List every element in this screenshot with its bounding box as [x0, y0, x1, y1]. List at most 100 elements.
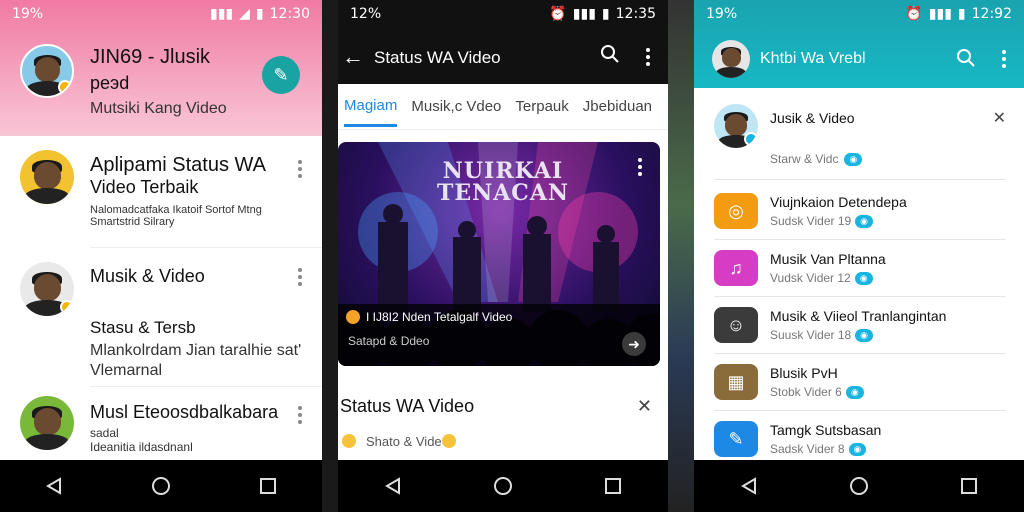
screen-right: 19% ⏰ ▮▮▮ ▮ 12:92 Khtbi Wa Vrebl Jusik &… — [694, 0, 1024, 512]
app-list-item[interactable]: ☺ Musik & Viieol Tranlangintan Suusk Vider… — [714, 297, 1006, 354]
app-list-sub: Vudsk Vider 12 ◉ — [770, 271, 886, 285]
more-vert-icon[interactable] — [638, 158, 642, 176]
signal-icon: ▮▮▮ — [572, 6, 596, 22]
clock: 12:30 — [269, 6, 310, 22]
app-list-sub-text: Sudsk Vider 19 — [770, 214, 852, 228]
nav-bar — [338, 460, 668, 512]
battery-icon: ▮ — [601, 6, 610, 22]
pill-icon: ◉ — [844, 152, 863, 166]
tab-terpauk[interactable]: Terpauk — [515, 88, 568, 125]
avatar-app-icon: ☺ — [714, 307, 758, 343]
item-title: Aplipami Status WA — [90, 154, 266, 176]
home-nav-icon[interactable] — [848, 475, 870, 497]
more-vert-icon[interactable] — [298, 160, 302, 178]
toolbar-avatar[interactable] — [712, 40, 750, 78]
detail-title: Stasu & Tersb — [90, 318, 196, 337]
item-sub: Nalomadcatfaka Ikatoif Sortof Mtng — [90, 204, 262, 216]
clock: 12:35 — [615, 6, 656, 22]
home-nav-icon[interactable] — [492, 475, 514, 497]
music-app-icon: ♫ — [714, 250, 758, 286]
top-item[interactable]: Jusik & Video ✕ Starw & Vidc ◉ — [714, 100, 1006, 180]
more-vert-icon[interactable] — [646, 48, 650, 66]
divider — [668, 0, 694, 512]
pill-icon: ◉ — [848, 442, 867, 456]
avatar — [714, 104, 758, 148]
profile-line2: реэd — [90, 73, 130, 93]
profile-avatar[interactable] — [20, 44, 74, 98]
signal-icon: ▮▮▮ — [928, 6, 952, 22]
more-vert-icon[interactable] — [298, 406, 302, 424]
card-caption: I IJ8I2 Nden Tetalgalf Video — [366, 310, 513, 324]
top-item-sub: Starw & Vidc ◉ — [770, 152, 863, 166]
app-list-sub: Sudsk Vider 19 ◉ — [770, 214, 907, 228]
tab-musik-video[interactable]: Musik,c Vdeo — [411, 88, 501, 125]
emoji-icon — [342, 434, 356, 448]
cd-icon: ◎ — [714, 193, 758, 229]
item-title[interactable]: Musik & Video — [90, 266, 205, 287]
video-card[interactable]: NUIRKAI TENACAN I IJ8I2 Nden Tetalgalf V… — [338, 142, 660, 366]
section-title: Status WA Video — [340, 396, 475, 416]
app-list-item[interactable]: ◎ Viujnkaion Detendepa Sudsk Vider 19 ◉ — [714, 183, 1006, 240]
poster-title: NUIRKAI TENACAN — [436, 158, 569, 206]
close-icon[interactable]: ✕ — [993, 108, 1006, 128]
back-nav-icon[interactable] — [43, 475, 65, 497]
clock: 12:92 — [971, 6, 1012, 22]
nav-bar — [0, 460, 322, 512]
forward-icon[interactable]: ➜ — [622, 332, 646, 356]
detail-sub: Mlankolrdam Jian taralhie sat' — [90, 342, 302, 359]
more-vert-icon[interactable] — [1002, 50, 1006, 68]
pill-icon: ◉ — [845, 385, 864, 399]
photos-app-icon: ▦ — [714, 364, 758, 400]
profile-title: JIN69 - Jlusik — [90, 46, 211, 68]
app-list-sub: Stobk Vider 6 ◉ — [770, 385, 864, 399]
recents-nav-icon[interactable] — [602, 475, 624, 497]
battery-percent: 12% — [350, 6, 382, 22]
tab-magiam[interactable]: Magiam — [344, 87, 398, 127]
app-list-item[interactable]: ▦ Blusik PvH Stobk Vider 6 ◉ — [714, 354, 1006, 411]
home-nav-icon[interactable] — [150, 475, 172, 497]
battery-percent: 19% — [12, 6, 44, 22]
edit-fab[interactable]: ✎ — [262, 56, 300, 94]
edit-app-icon: ✎ — [714, 421, 758, 457]
emoji-icon — [442, 434, 456, 448]
search-icon[interactable] — [600, 44, 620, 69]
nav-bar — [694, 460, 1024, 512]
alarm-icon: ⏰ — [549, 6, 567, 22]
item-sub2: Smartstrid Silrary — [90, 216, 175, 228]
pill-icon: ◉ — [855, 214, 874, 228]
app-list-sub: Sadsk Vider 8 ◉ — [770, 442, 881, 456]
tab-jbebiduan[interactable]: Jbebiduan — [583, 88, 652, 125]
status-bar: 19% ⏰ ▮▮▮ ▮ 12:92 — [694, 0, 1024, 28]
toolbar-title: Status WA Video — [374, 48, 501, 67]
app-list-title: Musik & Viieol Tranlangintan — [770, 308, 947, 324]
app-list-item[interactable]: ♫ Musik Van Pltanna Vudsk Vider 12 ◉ — [714, 240, 1006, 297]
status-bar: 12% ⏰ ▮▮▮ ▮ 12:35 — [338, 0, 668, 28]
search-icon[interactable] — [956, 48, 976, 73]
app-list-title: Viujnkaion Detendepa — [770, 194, 907, 210]
back-arrow-icon[interactable]: ← — [342, 44, 364, 70]
detail-sub2: Vlemarnal — [90, 362, 163, 379]
avatar — [20, 396, 74, 450]
avatar — [20, 150, 74, 204]
tab-bar: Magiam Musik,c Vdeo Terpauk Jbebiduan — [338, 84, 668, 130]
toolbar-title: Khtbi Wa Vrebl — [760, 50, 866, 67]
close-icon[interactable]: ✕ — [637, 396, 652, 417]
edit-icon: ✎ — [273, 64, 289, 85]
app-list-sub-text: Vudsk Vider 12 — [770, 271, 851, 285]
screen-left: 19% ▮▮▮ ◢ ▮ 12:30 JIN69 - Jlusik реэd Mu… — [0, 0, 322, 512]
toolbar: 19% ⏰ ▮▮▮ ▮ 12:92 Khtbi Wa Vrebl — [694, 0, 1024, 88]
pill-icon: ◉ — [854, 271, 873, 285]
battery-percent: 19% — [706, 6, 738, 22]
back-nav-icon[interactable] — [382, 475, 404, 497]
card-sub: Satapd & Ddeo — [348, 334, 430, 348]
more-vert-icon[interactable] — [298, 268, 302, 286]
signal-icon: ▮▮▮ — [210, 6, 234, 22]
back-nav-icon[interactable] — [738, 475, 760, 497]
profile-header: 19% ▮▮▮ ◢ ▮ 12:30 JIN69 - Jlusik реэd Mu… — [0, 0, 322, 136]
recents-nav-icon[interactable] — [257, 475, 279, 497]
emoji-icon — [346, 310, 360, 324]
app-list-sub-text: Suusk Vider 18 — [770, 328, 852, 342]
avatar — [20, 262, 74, 316]
item-title[interactable]: Musl Eteoosdbalkabara — [90, 402, 278, 423]
recents-nav-icon[interactable] — [958, 475, 980, 497]
